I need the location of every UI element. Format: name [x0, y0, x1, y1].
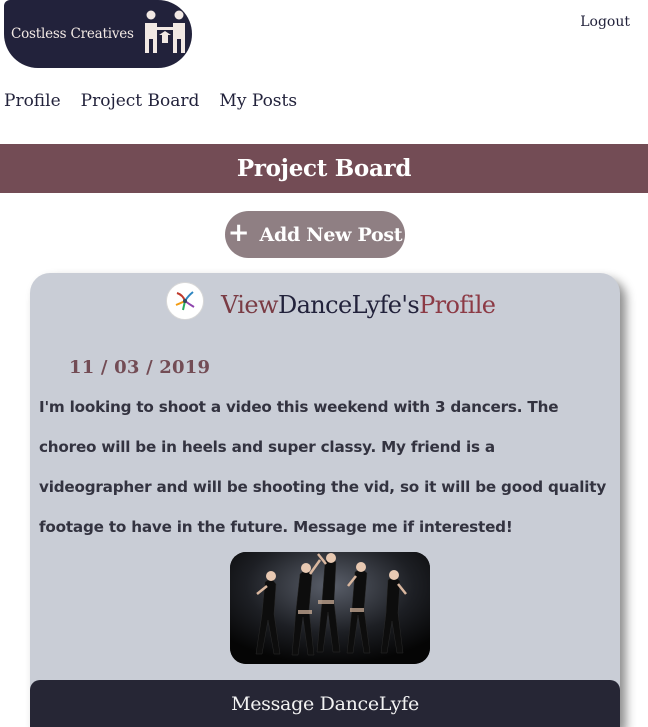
avatar[interactable] [166, 282, 204, 320]
profile-link-view: View [221, 291, 279, 319]
profile-link-username: DanceLyfe's [277, 291, 420, 319]
add-new-post-button[interactable]: + Add New Post [225, 211, 405, 258]
logo[interactable]: Costless Creatives [4, 0, 192, 68]
user-avatar-icon [167, 283, 203, 319]
page-banner: Project Board [0, 144, 648, 193]
nav-item-project-board[interactable]: Project Board [81, 91, 200, 111]
message-user-button[interactable]: Message DanceLyfe [30, 680, 620, 727]
dancers-photo [230, 552, 430, 664]
profile-link-profile: Profile [419, 291, 496, 319]
main-nav: Profile Project Board My Posts [4, 91, 297, 111]
post-image [230, 552, 430, 664]
post-card: ViewDanceLyfe'sProfile 11 / 03 / 2019 I'… [30, 273, 620, 727]
post-body: I'm looking to shoot a video this weeken… [39, 398, 607, 536]
post-date: 11 / 03 / 2019 [69, 357, 211, 378]
view-profile-link[interactable]: ViewDanceLyfe'sProfile [221, 291, 496, 319]
nav-item-profile[interactable]: Profile [4, 91, 61, 111]
nav-item-my-posts[interactable]: My Posts [219, 91, 297, 111]
plus-icon: + [227, 218, 250, 248]
page-title: Project Board [236, 155, 412, 182]
add-new-post-label: Add New Post [259, 223, 403, 246]
logo-text: Costless Creatives [11, 26, 134, 42]
logout-link[interactable]: Logout [580, 14, 630, 30]
people-logo-icon [145, 10, 185, 53]
